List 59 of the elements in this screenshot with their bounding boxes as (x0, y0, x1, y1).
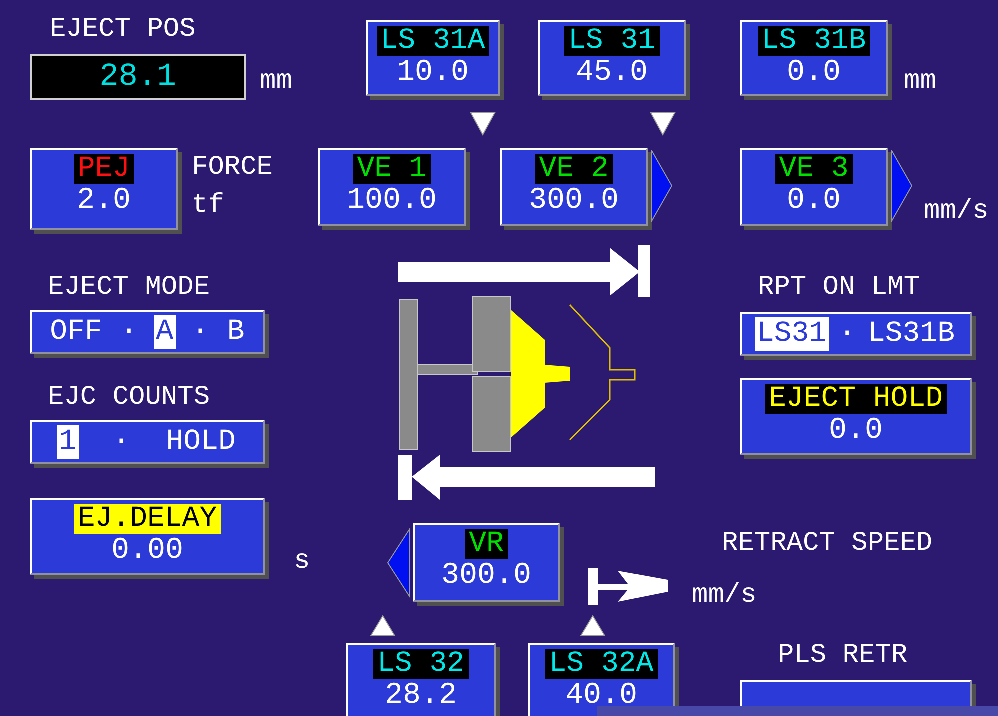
option-item[interactable]: OFF (48, 315, 104, 349)
setting-tag: LS 32A (545, 649, 658, 679)
setting-tag: LS 31B (758, 26, 870, 56)
separator-dot: · (120, 315, 138, 349)
caption-label: tf (192, 190, 224, 222)
setting-tag: LS 32 (373, 649, 468, 679)
caption-label: EJECT POS (50, 14, 196, 46)
setting-tag: LS 31 (564, 26, 660, 56)
caption-label: mm/s (924, 196, 989, 228)
triangle-icon (651, 150, 673, 222)
caption-label: RPT ON LMT (758, 272, 920, 304)
caption-label: EJECT MODE (48, 272, 210, 304)
triangle-icon (370, 615, 396, 637)
caption-label: mm (904, 66, 936, 98)
setting-value: 0.0 (828, 414, 883, 448)
option-item[interactable]: HOLD (164, 425, 238, 459)
option-item[interactable]: 1 (57, 425, 78, 459)
eject-position-display: 28.1 (30, 54, 246, 100)
option-item[interactable]: LS31B (866, 317, 957, 351)
setting-tag: VE 1 (353, 154, 431, 184)
setting-tag: LS 31A (376, 26, 490, 56)
setting-tag: EJECT HOLD (764, 384, 948, 414)
setting-value: 0.0 (786, 56, 841, 90)
caption-label: PLS RETR (778, 640, 908, 672)
setting-tag: VE 2 (535, 154, 613, 184)
retract-arrow-icon (398, 455, 655, 500)
caption-label: mm (260, 66, 292, 98)
setting-tag: VR (465, 529, 508, 559)
option-item[interactable]: B (225, 315, 247, 349)
retract-icon (588, 568, 668, 605)
caption-label: mm/s (692, 580, 757, 612)
setting-value: 28.2 (384, 679, 457, 713)
setting-value: 0.0 (786, 184, 841, 218)
option-item[interactable]: A (154, 315, 176, 349)
separator-dot: · (192, 315, 210, 349)
setting-value: 300.0 (528, 184, 619, 218)
push-arrow-icon (398, 245, 650, 297)
setting-value: 100.0 (346, 184, 437, 218)
separator-dot: · (112, 425, 130, 459)
separator-dot: · (838, 317, 856, 351)
setting-tag: VE 3 (775, 154, 853, 184)
caption-label: EJC COUNTS (48, 382, 210, 414)
caption-label: s (294, 546, 310, 578)
caption-label: FORCE (192, 152, 274, 184)
setting-value: 2.0 (76, 184, 131, 218)
setting-value: 45.0 (576, 56, 648, 90)
option-item[interactable]: LS31 (754, 317, 829, 351)
triangle-icon (650, 112, 676, 136)
triangle-icon (891, 150, 913, 222)
triangle-icon (580, 615, 606, 637)
setting-value: 0.00 (111, 534, 184, 568)
setting-value: 10.0 (396, 56, 469, 90)
triangle-icon (470, 112, 496, 136)
setting-value: 40.0 (565, 679, 638, 713)
setting-tag: EJ.DELAY (74, 504, 222, 534)
setting-tag: PEJ (74, 154, 134, 184)
setting-value: 300.0 (441, 559, 532, 593)
triangle-icon (387, 528, 411, 598)
caption-label: RETRACT SPEED (722, 528, 933, 560)
